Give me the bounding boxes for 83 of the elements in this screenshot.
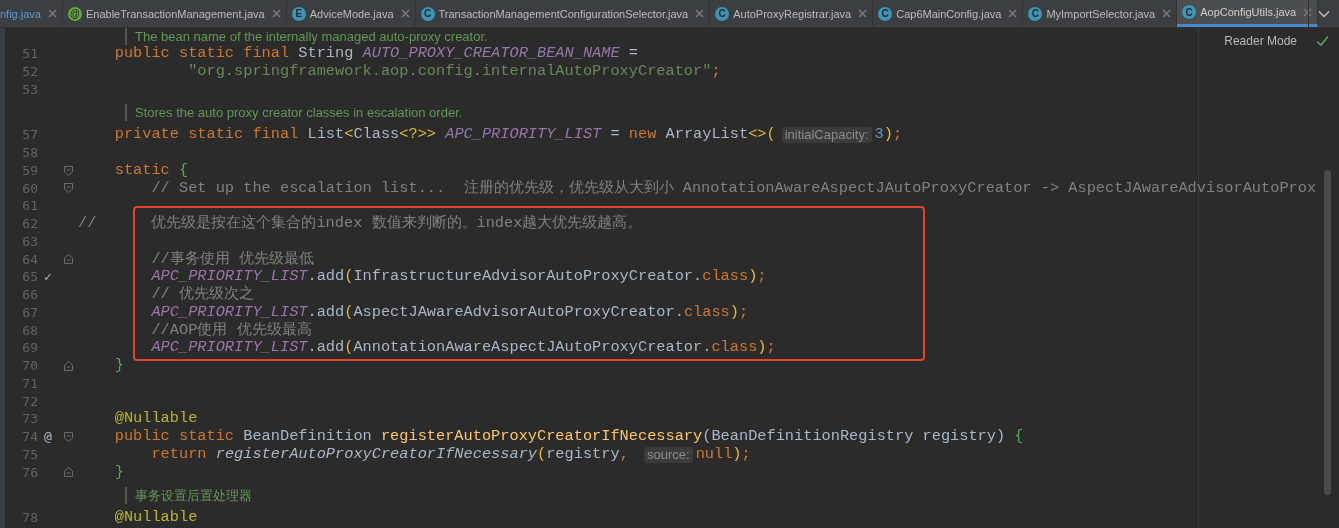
file-type-icon: C (1182, 5, 1197, 19)
gutter-mark: ✓ (44, 268, 52, 286)
line-number: 69 (21, 339, 38, 357)
line-number: 71 (21, 374, 38, 393)
fold-icon[interactable] (63, 431, 73, 442)
code-line: } (113, 463, 124, 482)
file-type-icon: C (420, 6, 435, 21)
code-line: // 优先级是按在这个集合的index 数值来判断的。index越大优先级越高。 (78, 215, 643, 233)
code-text: null); (695, 445, 751, 464)
close-icon[interactable] (695, 9, 705, 18)
close-icon[interactable] (400, 9, 410, 18)
fold-icon[interactable] (63, 360, 73, 371)
file-type-icon: @ (68, 6, 82, 21)
code-line: APC_PRIORITY_LIST.add(AspectJAwareAdvisorAutoProxyCreator.class); (150, 303, 749, 321)
parameter-hint: source: (644, 446, 693, 463)
line-number: 63 (21, 232, 38, 251)
code-line: //事务使用 优先级最低 (150, 250, 314, 269)
file-type-icon: C (878, 6, 893, 21)
line-number: 73 (21, 410, 38, 428)
code-line: APC_PRIORITY_LIST.add(AnnotationAwareAspectJAutoProxyCreator.class); (150, 339, 776, 357)
line-number: 74 (21, 428, 38, 446)
line-number: 62 (21, 215, 38, 233)
code-line: // Set up the escalation list... 注册的优先级，优先级从大到小 AnnotationAwareAspectJAutoProxyCreator -> AspectJAwareAdvisorAutoProx (150, 179, 1317, 198)
fold-icon[interactable] (63, 467, 73, 478)
line-number: 72 (21, 392, 38, 411)
line-number: 64 (21, 250, 38, 269)
line-number: 68 (21, 321, 38, 340)
close-icon[interactable] (271, 9, 281, 18)
code-line: @Nullable (113, 410, 198, 428)
gutter-mark: @ (44, 428, 52, 446)
fold-icon[interactable] (63, 165, 73, 176)
code-line: public static final String AUTO_PROXY_CREATOR_BEAN_NAME = (113, 45, 638, 63)
file-type-icon: C (1028, 6, 1043, 21)
line-number: 61 (21, 197, 38, 215)
code-line: // 优先级次之 (150, 286, 254, 304)
code-line: APC_PRIORITY_LIST.add(InfrastructureAdvisorAutoProxyCreator.class); (150, 268, 767, 286)
editor-tab[interactable]: C TransactionManagementConfigurationSelector.java (415, 0, 711, 27)
code-line: } (113, 357, 124, 375)
fold-icon[interactable] (63, 254, 73, 265)
close-icon[interactable] (48, 9, 57, 18)
line-number: 70 (21, 357, 38, 375)
file-type-icon: C (715, 6, 730, 21)
close-icon[interactable] (1162, 9, 1172, 18)
close-icon[interactable] (1008, 9, 1018, 18)
editor-tab[interactable]: C Cap6MainConfig.java (873, 0, 1024, 27)
scrollbar[interactable] (1324, 170, 1331, 495)
doc-comment: The bean name of the internally managed auto-proxy creator. (125, 28, 488, 45)
line-number: 58 (21, 144, 38, 162)
checkmark-icon (1316, 35, 1329, 47)
parameter-hint: initialCapacity: (781, 127, 872, 143)
code-line: @Nullable (113, 509, 198, 527)
line-number: 67 (21, 303, 38, 322)
chevron-down-icon[interactable] (1318, 9, 1330, 18)
editor-tab[interactable]: nfig.java (0, 0, 63, 27)
code-text: 3); (874, 126, 903, 144)
line-number: 52 (21, 62, 38, 81)
code-line: "org.springframework.aop.config.internalAutoProxyCreator"; (187, 62, 721, 81)
line-number: 57 (21, 126, 38, 144)
doc-comment: 事务设置后置处理器 (125, 486, 252, 504)
doc-comment: Stores the auto proxy creator classes in escalation order. (125, 103, 463, 121)
line-number: 51 (21, 45, 38, 63)
line-number: 59 (21, 161, 38, 180)
editor-tab[interactable]: C AopConfigUtils.java (1177, 0, 1319, 27)
close-icon[interactable] (1303, 7, 1313, 17)
code-line: //AOP使用 优先级最高 (150, 321, 312, 340)
editor-tab[interactable]: E AdviceMode.java (286, 0, 416, 27)
line-number: 75 (21, 445, 38, 464)
line-number: 66 (21, 286, 38, 304)
fold-icon[interactable] (63, 183, 73, 194)
line-number: 60 (21, 179, 38, 198)
code-line: public static BeanDefinition registerAutoProxyCreatorIfNecessary(BeanDefinitionRegistry registry) { (113, 428, 1024, 446)
code-text: return registerAutoProxyCreatorIfNecessary(registry, (150, 445, 630, 464)
file-type-icon: E (291, 6, 306, 21)
code-text: private static final List<Class<?>> APC_PRIORITY_LIST = new ArrayList<>( (113, 126, 776, 144)
editor-tab[interactable]: C AutoProxyRegistrar.java (710, 0, 874, 27)
line-number: 76 (21, 463, 38, 482)
code-line: static { (113, 161, 189, 180)
line-number: 78 (21, 509, 38, 527)
line-number: 65 (21, 268, 38, 286)
editor-tab[interactable]: @ EnableTransactionManagement.java (63, 0, 287, 27)
reader-mode-link[interactable]: Reader Mode (1224, 34, 1297, 48)
line-number: 53 (21, 80, 38, 99)
close-icon[interactable] (858, 9, 868, 18)
